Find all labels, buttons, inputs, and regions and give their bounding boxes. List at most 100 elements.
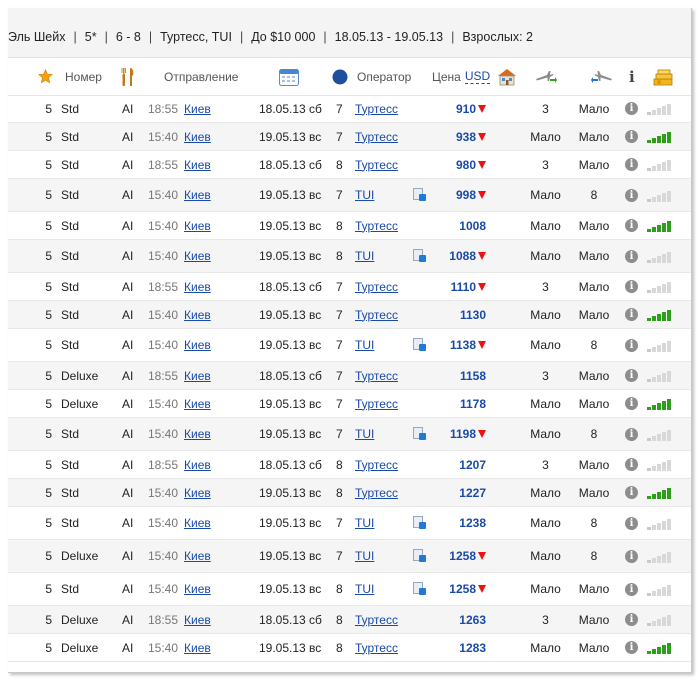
info-icon[interactable]: i bbox=[625, 123, 638, 150]
info-icon[interactable]: i bbox=[625, 390, 638, 417]
departure-city-link[interactable]: Киев bbox=[184, 301, 211, 328]
info-icon[interactable]: i bbox=[625, 329, 638, 361]
table-row[interactable]: 5 Std AI 15:40 Киев 19.05.13 вс 7 Туртесс 1130 Ма… bbox=[8, 301, 691, 329]
departure-city-link[interactable]: Киев bbox=[184, 606, 211, 633]
departure-city-link[interactable]: Киев bbox=[184, 634, 211, 661]
price-value[interactable]: 1238 bbox=[459, 516, 486, 530]
price-cell[interactable]: 1138 bbox=[436, 329, 486, 361]
table-row[interactable]: 5 Std AI 15:40 Киев 19.05.13 вс 7 Туртесс 938 Мал… bbox=[8, 123, 691, 151]
price-cell[interactable]: 1207 bbox=[436, 451, 486, 478]
table-row[interactable]: 5 Deluxe AI 15:40 Киев 19.05.13 вс 7 TUI 1258 Мал… bbox=[8, 540, 691, 573]
departure-city-link[interactable]: Киев bbox=[184, 451, 211, 478]
operator-link[interactable]: TUI bbox=[355, 179, 374, 211]
money-stack-icon[interactable] bbox=[652, 58, 674, 95]
flight-return-icon[interactable] bbox=[591, 58, 613, 95]
document-icon[interactable] bbox=[413, 240, 426, 272]
departure-city-link[interactable]: Киев bbox=[184, 540, 211, 572]
filter-budget[interactable]: До $10 000 bbox=[243, 30, 323, 44]
calendar-icon[interactable] bbox=[279, 58, 299, 95]
price-value[interactable]: 910 bbox=[456, 102, 476, 116]
operator-link[interactable]: Туртесс bbox=[355, 95, 398, 122]
price-cell[interactable]: 1008 bbox=[436, 212, 486, 239]
price-cell[interactable]: 1227 bbox=[436, 479, 486, 506]
filter-dates[interactable]: 18.05.13 - 19.05.13 bbox=[327, 30, 451, 44]
departure-city-link[interactable]: Киев bbox=[184, 240, 211, 272]
filter-operators[interactable]: Туртесс, TUI bbox=[152, 30, 240, 44]
hotel-house-icon[interactable] bbox=[497, 58, 517, 95]
price-value[interactable]: 1138 bbox=[450, 338, 476, 352]
operator-link[interactable]: TUI bbox=[355, 507, 374, 539]
departure-city-link[interactable]: Киев bbox=[184, 123, 211, 150]
info-icon[interactable]: i bbox=[625, 418, 638, 450]
price-cell[interactable]: 1158 bbox=[436, 362, 486, 389]
document-icon[interactable] bbox=[413, 540, 426, 572]
departure-city-link[interactable]: Киев bbox=[184, 418, 211, 450]
price-cell[interactable]: 1263 bbox=[436, 606, 486, 633]
info-icon[interactable]: i bbox=[625, 273, 638, 300]
table-row[interactable]: 5 Std AI 18:55 Киев 18.05.13 сб 8 Туртесс 980 3 Ма… bbox=[8, 151, 691, 179]
table-row[interactable]: 5 Std AI 15:40 Киев 19.05.13 вс 7 TUI 1138 Мало 8 i bbox=[8, 329, 691, 362]
departure-city-link[interactable]: Киев bbox=[184, 573, 211, 605]
operator-link[interactable]: Туртесс bbox=[355, 151, 398, 178]
operator-link[interactable]: Туртесс bbox=[355, 479, 398, 506]
star-icon[interactable] bbox=[38, 58, 53, 95]
departure-city-link[interactable]: Киев bbox=[184, 179, 211, 211]
price-value[interactable]: 1263 bbox=[459, 613, 486, 627]
info-icon[interactable]: i bbox=[625, 151, 638, 178]
filter-nights[interactable]: 6 - 8 bbox=[108, 30, 149, 44]
table-row[interactable]: 5 Std AI 18:55 Киев 18.05.13 сб 8 Туртесс 1207 3 М… bbox=[8, 451, 691, 479]
departure-city-link[interactable]: Киев bbox=[184, 362, 211, 389]
operator-link[interactable]: Туртесс bbox=[355, 634, 398, 661]
operator-link[interactable]: TUI bbox=[355, 573, 374, 605]
column-room[interactable]: Номер bbox=[65, 58, 102, 95]
fork-knife-icon[interactable] bbox=[121, 58, 135, 95]
price-value[interactable]: 1158 bbox=[460, 369, 486, 383]
operator-link[interactable]: TUI bbox=[355, 540, 374, 572]
document-icon[interactable] bbox=[413, 179, 426, 211]
price-cell[interactable]: 1283 bbox=[436, 634, 486, 661]
departure-city-link[interactable]: Киев bbox=[184, 390, 211, 417]
column-operator[interactable]: Оператор bbox=[357, 58, 411, 95]
table-row[interactable]: 5 Std AI 18:55 Киев 18.05.13 сб 7 Туртесс 910 3 Ма… bbox=[8, 95, 691, 123]
document-icon[interactable] bbox=[413, 329, 426, 361]
price-value[interactable]: 938 bbox=[456, 130, 476, 144]
table-row[interactable]: 5 Std AI 15:40 Киев 19.05.13 вс 8 TUI 1088 Мало Ма… bbox=[8, 240, 691, 273]
table-row[interactable]: 5 Deluxe AI 18:55 Киев 18.05.13 сб 7 Туртесс 115… bbox=[8, 362, 691, 390]
info-icon[interactable]: i bbox=[625, 507, 638, 539]
price-value[interactable]: 998 bbox=[456, 188, 476, 202]
table-row[interactable]: 5 Std AI 15:40 Киев 19.05.13 вс 8 Туртесс 1227 Ма… bbox=[8, 479, 691, 507]
price-value[interactable]: 1088 bbox=[449, 249, 476, 263]
operator-link[interactable]: Туртесс bbox=[355, 123, 398, 150]
table-row[interactable]: 5 Std AI 15:40 Киев 19.05.13 вс 7 TUI 1238 Мало 8 i bbox=[8, 507, 691, 540]
operator-link[interactable]: Туртесс bbox=[355, 301, 398, 328]
info-icon[interactable]: i bbox=[625, 634, 638, 661]
price-value[interactable]: 1258 bbox=[449, 549, 476, 563]
operator-link[interactable]: Туртесс bbox=[355, 273, 398, 300]
price-value[interactable]: 1178 bbox=[460, 397, 486, 411]
departure-city-link[interactable]: Киев bbox=[184, 212, 211, 239]
table-row[interactable]: 5 Std AI 18:55 Киев 18.05.13 сб 7 Туртесс 1110 3 М… bbox=[8, 273, 691, 301]
info-icon[interactable]: i bbox=[625, 479, 638, 506]
price-value[interactable]: 1110 bbox=[451, 280, 476, 294]
column-price[interactable]: Цена USD bbox=[432, 58, 491, 95]
price-value[interactable]: 1207 bbox=[459, 458, 486, 472]
info-icon[interactable]: i bbox=[625, 240, 638, 272]
document-icon[interactable] bbox=[413, 507, 426, 539]
operator-link[interactable]: Туртесс bbox=[355, 451, 398, 478]
price-value[interactable]: 1258 bbox=[449, 582, 476, 596]
info-icon[interactable]: i bbox=[625, 573, 638, 605]
operator-link[interactable]: TUI bbox=[355, 329, 374, 361]
table-row[interactable]: 5 Std AI 15:40 Киев 19.05.13 вс 7 TUI 998 Мало 8 i bbox=[8, 179, 691, 212]
table-row[interactable]: 5 Std AI 15:40 Киев 19.05.13 вс 8 TUI 1258 Мало Ма… bbox=[8, 573, 691, 606]
table-row[interactable]: 5 Deluxe AI 18:55 Киев 18.05.13 сб 8 Туртесс 126… bbox=[8, 606, 691, 634]
info-icon[interactable]: i bbox=[625, 540, 638, 572]
price-value[interactable]: 1008 bbox=[459, 219, 486, 233]
table-row[interactable]: 5 Deluxe AI 15:40 Киев 19.05.13 вс 7 Туртесс 117… bbox=[8, 390, 691, 418]
price-cell[interactable]: 1110 bbox=[436, 273, 486, 300]
price-value[interactable]: 1130 bbox=[460, 308, 486, 322]
info-icon[interactable]: i bbox=[625, 95, 638, 122]
table-row[interactable]: 5 Std AI 15:40 Киев 19.05.13 вс 8 Туртесс 1008 Ма… bbox=[8, 212, 691, 240]
price-cell[interactable]: 1198 bbox=[436, 418, 486, 450]
operator-link[interactable]: Туртесс bbox=[355, 606, 398, 633]
flight-departure-icon[interactable] bbox=[535, 58, 557, 95]
